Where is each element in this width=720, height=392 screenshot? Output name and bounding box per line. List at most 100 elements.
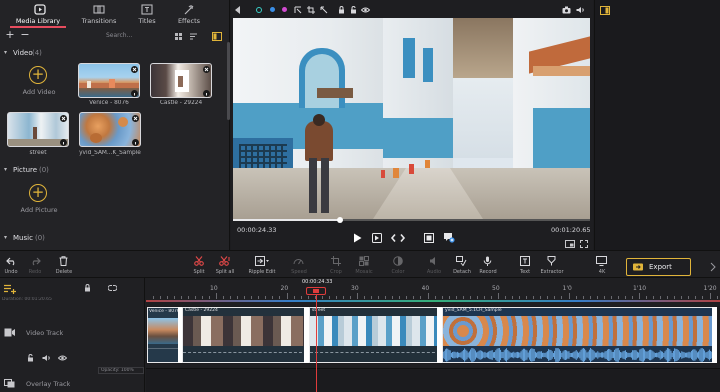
link-icon[interactable] bbox=[108, 284, 117, 292]
add-picture-button[interactable]: + Add Picture bbox=[8, 180, 70, 216]
extractor-button[interactable]: Extractor bbox=[540, 255, 564, 277]
undo-button[interactable]: Undo bbox=[2, 255, 20, 277]
select-tool-icon[interactable] bbox=[294, 6, 302, 14]
media-name: Castle - 29224 bbox=[159, 100, 203, 106]
ruler-tick bbox=[180, 296, 182, 299]
ruler-tick bbox=[688, 296, 690, 299]
preview-progress-track[interactable] bbox=[233, 217, 590, 223]
media-thumbnail[interactable] bbox=[150, 63, 212, 98]
ruler-tick bbox=[448, 296, 450, 299]
color-dot-icon[interactable] bbox=[256, 7, 262, 13]
chevron-down-icon: ▾ bbox=[4, 166, 8, 173]
media-thumbnail[interactable] bbox=[78, 63, 140, 98]
media-thumbnail[interactable] bbox=[7, 112, 69, 147]
text-button[interactable]: Text bbox=[515, 255, 535, 277]
timeline-clip[interactable]: Castle - 29224 bbox=[182, 307, 306, 363]
volume-icon[interactable] bbox=[576, 6, 585, 14]
opacity-label: Opacity: 100% bbox=[101, 368, 134, 373]
unlock-icon[interactable] bbox=[350, 6, 357, 14]
info-icon[interactable] bbox=[131, 90, 138, 97]
total-time: 00:01:20.65 bbox=[551, 226, 591, 234]
export-button[interactable]: Export bbox=[626, 258, 691, 276]
timeline-clip[interactable]: yvid_SAM_5.1CH_Sample bbox=[442, 307, 714, 363]
ruler-tick bbox=[660, 296, 662, 299]
properties-toggle-icon[interactable] bbox=[600, 6, 610, 15]
playhead-handle[interactable] bbox=[306, 287, 326, 295]
mosaic-button[interactable]: Mosaic bbox=[352, 255, 376, 277]
split-button[interactable]: Split bbox=[190, 255, 208, 277]
color-button[interactable]: Color bbox=[388, 255, 408, 277]
close-icon[interactable] bbox=[131, 66, 138, 73]
tab-effects[interactable]: Effects bbox=[172, 0, 206, 28]
add-marker-icon[interactable] bbox=[443, 232, 455, 243]
sort-icon[interactable] bbox=[189, 32, 198, 41]
close-icon[interactable] bbox=[60, 115, 67, 122]
extractor-icon bbox=[547, 256, 556, 266]
clip-trim-handle[interactable] bbox=[712, 307, 717, 363]
snapshot-icon[interactable] bbox=[562, 6, 571, 14]
resolution-button[interactable]: 4K bbox=[592, 255, 612, 277]
timeline-ruler[interactable]: 10 20 30 40 50 1'0 1'10 1'20 bbox=[146, 284, 720, 300]
ruler-tick bbox=[420, 296, 422, 299]
panel-toggle-icon[interactable] bbox=[212, 32, 222, 41]
ruler-tick bbox=[568, 293, 570, 299]
ruler-tick bbox=[364, 296, 366, 299]
info-icon[interactable] bbox=[132, 139, 139, 146]
split-label: Split bbox=[193, 269, 205, 275]
eye-icon[interactable] bbox=[361, 6, 370, 14]
grid-view-icon[interactable] bbox=[174, 32, 183, 41]
more-options-icon[interactable] bbox=[710, 262, 716, 272]
remove-media-button[interactable]: − bbox=[20, 29, 30, 40]
ripple-edit-icon bbox=[255, 256, 269, 266]
search-input[interactable]: Search... bbox=[72, 31, 164, 41]
tab-transitions[interactable]: Transitions bbox=[76, 0, 122, 28]
step-icon[interactable] bbox=[390, 233, 406, 243]
eye-icon[interactable] bbox=[58, 354, 67, 362]
audio-button[interactable]: Audio bbox=[424, 255, 444, 277]
ripple-edit-button[interactable]: Ripple Edit bbox=[246, 255, 278, 277]
ruler-tick bbox=[216, 293, 217, 299]
tab-titles[interactable]: Titles bbox=[132, 0, 162, 28]
play-frame-icon[interactable] bbox=[372, 233, 382, 243]
add-media-button[interactable]: + bbox=[5, 29, 15, 40]
arrow-tool-icon[interactable] bbox=[320, 6, 328, 14]
crop-button[interactable]: Crop bbox=[326, 255, 346, 277]
fullscreen-icon[interactable] bbox=[580, 240, 588, 248]
timeline-clip[interactable]: Venice - 8076 bbox=[147, 307, 180, 363]
info-icon[interactable] bbox=[60, 139, 67, 146]
lock-icon[interactable] bbox=[338, 6, 345, 14]
media-thumbnail[interactable] bbox=[79, 112, 141, 147]
library-scrollbar[interactable] bbox=[227, 42, 230, 120]
split-all-button[interactable]: Split all bbox=[214, 255, 236, 277]
record-button[interactable]: Record bbox=[477, 255, 499, 277]
preview-video[interactable] bbox=[233, 18, 590, 219]
collapse-icon[interactable] bbox=[235, 6, 240, 14]
color-dot-icon[interactable] bbox=[282, 7, 287, 12]
timeline-clip[interactable]: street bbox=[309, 307, 439, 363]
lock-icon[interactable] bbox=[27, 354, 34, 362]
delete-button[interactable]: Delete bbox=[54, 255, 74, 277]
add-video-button[interactable]: + Add Video bbox=[8, 62, 70, 98]
play-icon[interactable] bbox=[353, 233, 362, 243]
crop-tool-icon[interactable] bbox=[307, 6, 315, 14]
close-icon[interactable] bbox=[203, 66, 210, 73]
playhead-line[interactable] bbox=[316, 295, 317, 392]
ruler-tick bbox=[434, 296, 436, 299]
detach-button[interactable]: Detach bbox=[451, 255, 473, 277]
fullscreen-frame-icon[interactable] bbox=[424, 233, 434, 243]
media-name: yvid_SAM...K_Sample bbox=[79, 150, 141, 156]
speed-button[interactable]: Speed bbox=[288, 255, 310, 277]
close-icon[interactable] bbox=[132, 115, 139, 122]
ruler-tick bbox=[307, 296, 309, 299]
volume-icon[interactable] bbox=[42, 354, 51, 362]
add-track-icon[interactable] bbox=[4, 284, 16, 294]
tab-media-library[interactable]: Media Library bbox=[0, 0, 66, 28]
opacity-field[interactable]: Opacity: 100% bbox=[98, 367, 144, 374]
lock-icon[interactable] bbox=[84, 284, 91, 292]
redo-button[interactable]: Redo bbox=[26, 255, 44, 277]
ruler-tick bbox=[462, 296, 464, 299]
mosaic-icon bbox=[359, 256, 369, 266]
pip-icon[interactable] bbox=[565, 240, 575, 248]
info-icon[interactable] bbox=[203, 90, 210, 97]
color-dot-icon[interactable] bbox=[270, 7, 275, 12]
